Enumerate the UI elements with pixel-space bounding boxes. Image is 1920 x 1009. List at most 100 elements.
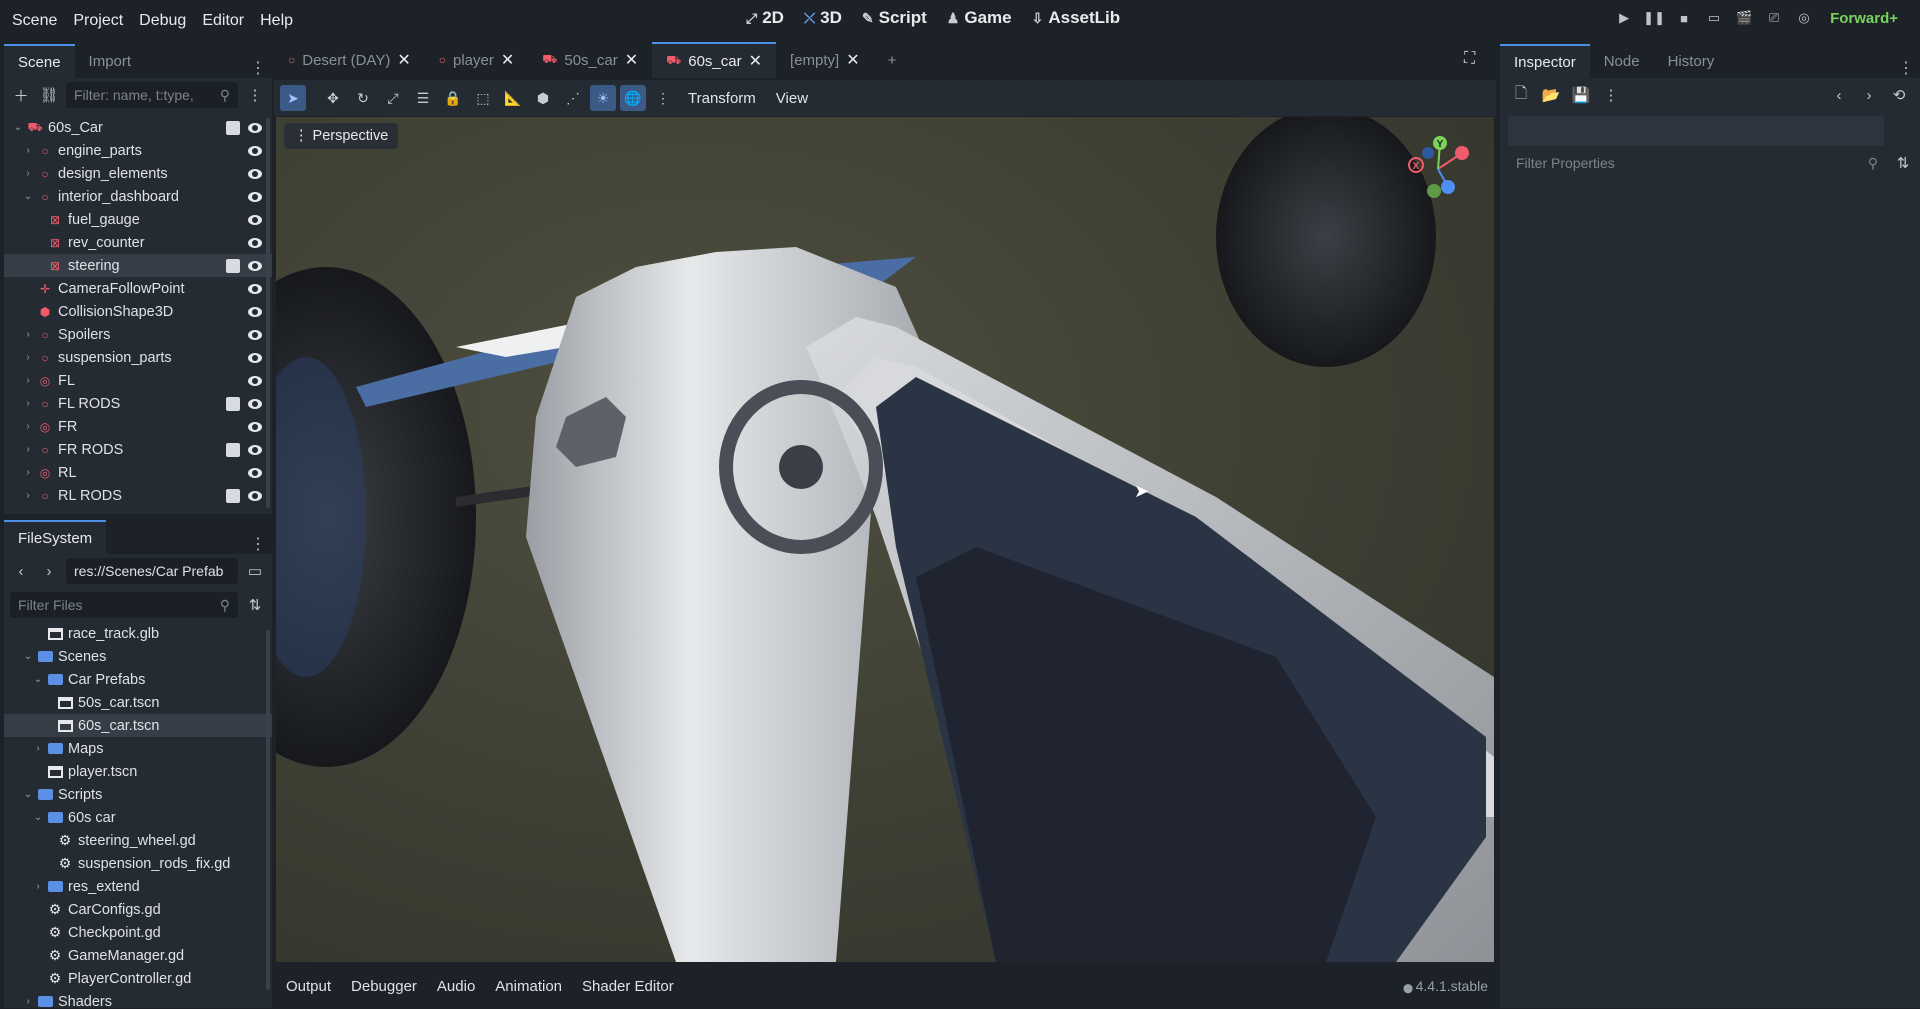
expand-arrow-icon[interactable]: › bbox=[32, 743, 44, 754]
collapse-arrow-icon[interactable]: ⌄ bbox=[22, 651, 34, 662]
rotate-tool-icon[interactable]: ↻ bbox=[350, 85, 376, 111]
scene-tree-row[interactable]: ⊠ steering bbox=[4, 254, 272, 277]
script-attached-icon[interactable] bbox=[226, 258, 240, 273]
file-tree-row[interactable]: › Maps bbox=[4, 737, 272, 760]
3d-viewport[interactable]: ⋮ Perspective Y X ➤ bbox=[276, 117, 1494, 962]
scene-tree-row[interactable]: ⌄ ⛟ 60s_Car bbox=[4, 116, 272, 139]
view-menu[interactable]: View bbox=[768, 90, 816, 107]
distraction-free-icon[interactable]: ⛶ bbox=[1464, 50, 1475, 68]
movie-maker-icon[interactable]: ◎ bbox=[1794, 8, 1814, 28]
tab-history[interactable]: History bbox=[1654, 44, 1729, 78]
back-icon[interactable]: ‹ bbox=[10, 560, 32, 582]
expand-arrow-icon[interactable]: › bbox=[22, 168, 34, 179]
file-tree-row[interactable]: › Shaders bbox=[4, 990, 272, 1009]
stop-icon[interactable]: ■ bbox=[1674, 8, 1694, 28]
visibility-eye-icon[interactable] bbox=[248, 168, 262, 179]
scene-tree-row[interactable]: › ○ engine_parts bbox=[4, 139, 272, 162]
bottom-tab-audio[interactable]: Audio bbox=[437, 978, 475, 995]
renderer-selector[interactable]: Forward+ bbox=[1830, 10, 1898, 27]
scene-tree-row[interactable]: › ◎ RL bbox=[4, 461, 272, 484]
scene-tree-row[interactable]: ⊠ fuel_gauge bbox=[4, 208, 272, 231]
visibility-eye-icon[interactable] bbox=[248, 145, 262, 156]
file-tree-row[interactable]: ⚙ suspension_rods_fix.gd bbox=[4, 852, 272, 875]
history-back-icon[interactable]: ‹ bbox=[1828, 84, 1850, 106]
script-attached-icon[interactable] bbox=[226, 488, 240, 503]
tab-inspector[interactable]: Inspector bbox=[1500, 44, 1590, 78]
gizmo-y-negative[interactable] bbox=[1427, 184, 1441, 198]
script-attached-icon[interactable] bbox=[226, 442, 240, 457]
file-tree-row[interactable]: ⌄ Scripts bbox=[4, 783, 272, 806]
collapse-arrow-icon[interactable]: ⌄ bbox=[32, 812, 44, 823]
expand-arrow-icon[interactable]: › bbox=[22, 467, 34, 478]
script-attached-icon[interactable] bbox=[226, 120, 240, 135]
scene-tree-row[interactable]: ✛ CameraFollowPoint bbox=[4, 277, 272, 300]
filesystem-filter-input[interactable]: Filter Files ⚲ bbox=[10, 592, 238, 618]
environment-preview-icon[interactable]: 🌐 bbox=[620, 85, 646, 111]
scene-tree-row[interactable]: › ○ design_elements bbox=[4, 162, 272, 185]
visibility-eye-icon[interactable] bbox=[248, 467, 262, 478]
scene-tree-row[interactable]: › ○ FL RODS bbox=[4, 392, 272, 415]
filesystem-scrollbar[interactable] bbox=[266, 630, 270, 990]
collapse-arrow-icon[interactable]: ⌄ bbox=[22, 789, 34, 800]
gizmo-z-positive[interactable] bbox=[1441, 180, 1455, 194]
scene-tab-60s-car[interactable]: ⛟ 60s_car ✕ bbox=[652, 42, 777, 78]
expand-arrow-icon[interactable]: › bbox=[22, 329, 34, 340]
file-tree-row[interactable]: ⚙ GameManager.gd bbox=[4, 944, 272, 967]
visibility-eye-icon[interactable] bbox=[248, 398, 262, 409]
scene-tree-row[interactable]: › ○ Spoilers bbox=[4, 323, 272, 346]
scene-tab-50s-car[interactable]: ⛟ 50s_car ✕ bbox=[528, 42, 652, 78]
file-tree-row[interactable]: › res_extend bbox=[4, 875, 272, 898]
scene-tree-row[interactable]: ⬢ CollisionShape3D bbox=[4, 300, 272, 323]
filter-properties-input[interactable]: Filter Properties ⚲ bbox=[1508, 150, 1886, 176]
scene-tree-row[interactable]: › ◎ FL bbox=[4, 369, 272, 392]
visibility-eye-icon[interactable] bbox=[248, 352, 262, 363]
snap-icon[interactable]: ⋰ bbox=[560, 85, 586, 111]
visibility-eye-icon[interactable] bbox=[248, 237, 262, 248]
close-tab-icon[interactable]: ✕ bbox=[625, 50, 638, 70]
file-tree-row[interactable]: race_track.glb bbox=[4, 622, 272, 645]
file-tree-row[interactable]: ⌄ Scenes bbox=[4, 645, 272, 668]
file-tree-row[interactable]: 60s_car.tscn bbox=[4, 714, 272, 737]
property-options-icon[interactable]: ⇅ bbox=[1892, 152, 1914, 174]
file-tree-row[interactable]: ⚙ PlayerController.gd bbox=[4, 967, 272, 990]
file-tree-row[interactable]: player.tscn bbox=[4, 760, 272, 783]
select-tool-icon[interactable]: ➤ bbox=[280, 85, 306, 111]
tab-filesystem[interactable]: FileSystem bbox=[4, 520, 107, 554]
expand-arrow-icon[interactable]: › bbox=[22, 352, 34, 363]
add-scene-tab-icon[interactable]: + bbox=[874, 42, 911, 78]
script-attached-icon[interactable] bbox=[226, 396, 240, 411]
forward-icon[interactable]: › bbox=[38, 560, 60, 582]
main-screen-game[interactable]: ♟ Game bbox=[947, 8, 1012, 28]
play-icon[interactable]: ▶ bbox=[1614, 8, 1634, 28]
close-tab-icon[interactable]: ✕ bbox=[397, 50, 410, 70]
move-tool-icon[interactable]: ✥ bbox=[320, 85, 346, 111]
inspector-options-icon[interactable]: ⋮ bbox=[1600, 84, 1622, 106]
visibility-eye-icon[interactable] bbox=[248, 421, 262, 432]
visibility-eye-icon[interactable] bbox=[248, 122, 262, 133]
scene-tree-row[interactable]: › ○ FR RODS bbox=[4, 438, 272, 461]
scene-tree-row[interactable]: ⊠ rev_counter bbox=[4, 231, 272, 254]
main-screen-script[interactable]: ✎ Script bbox=[862, 8, 927, 28]
group-icon[interactable]: ⬚ bbox=[470, 85, 496, 111]
scene-filter-input[interactable]: Filter: name, t:type, ⚲ bbox=[66, 82, 238, 108]
close-tab-icon[interactable]: ✕ bbox=[846, 50, 859, 70]
visibility-eye-icon[interactable] bbox=[248, 214, 262, 225]
main-screen-3d[interactable]: ⤬ 3D bbox=[804, 8, 842, 28]
collapse-arrow-icon[interactable]: ⌄ bbox=[12, 122, 24, 133]
bottom-tab-animation[interactable]: Animation bbox=[495, 978, 562, 995]
expand-arrow-icon[interactable]: › bbox=[22, 490, 34, 501]
file-tree-row[interactable]: ⌄ 60s car bbox=[4, 806, 272, 829]
expand-arrow-icon[interactable]: › bbox=[22, 996, 34, 1007]
tab-scene[interactable]: Scene bbox=[4, 44, 75, 78]
main-screen-2d[interactable]: ⤢ 2D bbox=[746, 8, 784, 28]
open-resource-icon[interactable]: 📂 bbox=[1540, 84, 1562, 106]
local-space-icon[interactable]: ⬢ bbox=[530, 85, 556, 111]
history-forward-icon[interactable]: › bbox=[1858, 84, 1880, 106]
visibility-eye-icon[interactable] bbox=[248, 191, 262, 202]
main-screen-assetlib[interactable]: ⇩ AssetLib bbox=[1032, 8, 1121, 28]
filesystem-options-icon[interactable]: ⋮ bbox=[250, 534, 272, 554]
menu-project[interactable]: Project bbox=[65, 12, 131, 30]
expand-arrow-icon[interactable]: › bbox=[22, 375, 34, 386]
scene-options-icon[interactable]: ⋮ bbox=[244, 84, 266, 106]
gizmo-z-negative[interactable] bbox=[1422, 147, 1434, 159]
